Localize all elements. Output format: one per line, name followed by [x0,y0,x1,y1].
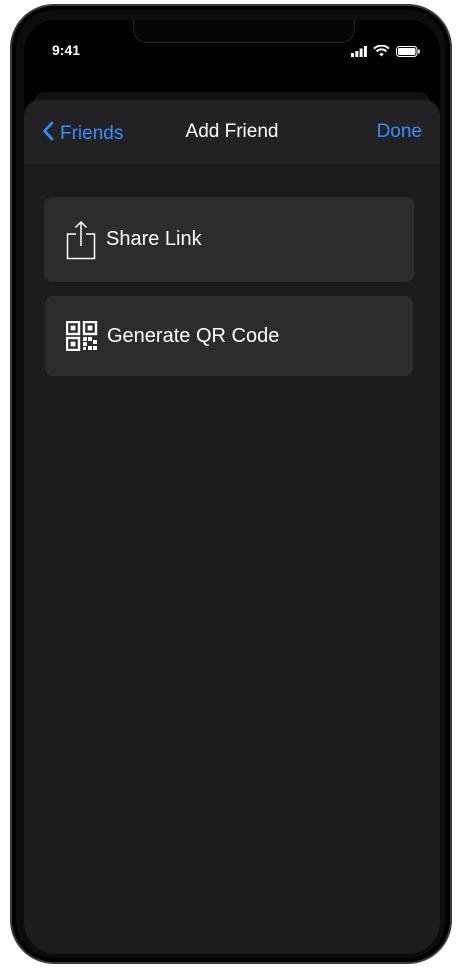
share-icon [60,220,102,260]
status-icons [351,44,420,62]
wifi-icon [373,44,390,62]
qr-code-icon [61,321,103,351]
phone-frame: 9:41 Friends Add Friend Done Share Link … [10,4,452,964]
screen: 9:41 Friends Add Friend Done Share Link … [24,20,440,954]
generate-qr-code-label: Generate QR Code [107,324,280,347]
battery-icon [396,44,420,62]
share-link-button[interactable]: Share Link [44,197,414,282]
done-button[interactable]: Done [377,121,422,143]
add-friend-sheet: Friends Add Friend Done Share Link Gener… [24,100,440,954]
notch [133,20,355,43]
status-bar: 9:41 [24,20,440,70]
status-time: 9:41 [52,42,81,58]
share-link-label: Share Link [106,228,202,250]
navigation-bar: Friends Add Friend Done [24,100,440,164]
generate-qr-code-button[interactable]: Generate QR Code [45,296,413,376]
signal-icon [351,44,367,62]
